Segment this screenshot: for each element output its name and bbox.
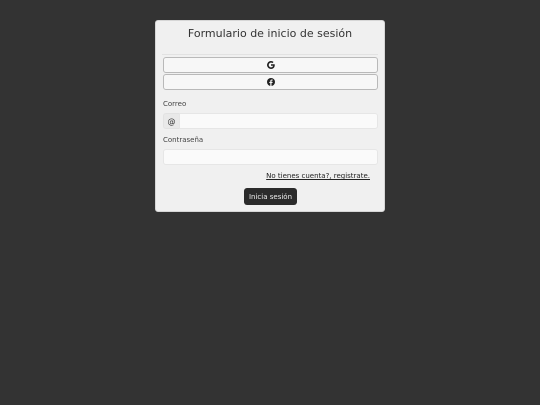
email-label: Correo xyxy=(163,100,187,108)
title-divider xyxy=(162,54,378,55)
google-icon xyxy=(266,61,275,69)
email-input-group: @ xyxy=(163,113,378,129)
password-field[interactable] xyxy=(163,149,378,165)
password-label: Contraseña xyxy=(163,136,204,144)
form-title: Formulario de inicio de sesión xyxy=(187,27,353,40)
register-link[interactable]: No tienes cuenta?, registrate. xyxy=(266,172,370,180)
login-card: Formulario de inicio de sesión Correo @ … xyxy=(155,20,385,212)
google-login-button[interactable] xyxy=(163,57,378,73)
login-button[interactable]: Inicia sesión xyxy=(244,188,297,205)
at-sign-icon: @ xyxy=(163,113,179,129)
facebook-icon xyxy=(266,78,275,86)
email-field[interactable] xyxy=(179,113,378,129)
facebook-login-button[interactable] xyxy=(163,74,378,90)
